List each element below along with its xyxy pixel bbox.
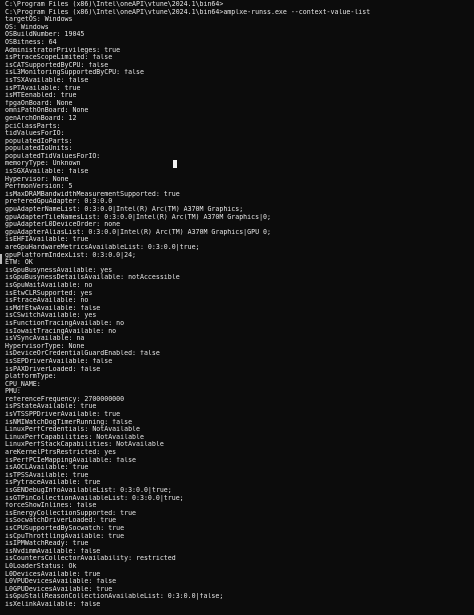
console-line: OSBuildNumber: 19045	[5, 31, 85, 39]
console-line: areGpuHardwareMetricsAvailableList: 0:3:…	[5, 244, 200, 251]
console-line: isPtraceScopeLimited: false	[5, 54, 113, 62]
console-line: isXelinkAvailable: false	[5, 600, 101, 608]
console-line: populatedTidValuesForIO:	[5, 152, 101, 160]
console-line: isGTPinCollectionAvailableList: 0:3:0.0|…	[5, 494, 184, 502]
console-line: omniPathOnBoard: None	[5, 107, 89, 115]
console-line: isCATSupportedByCPU: false	[5, 61, 109, 69]
console-line: isAOCLAvailable: true	[5, 464, 89, 472]
console-line: memoryType: Unknown	[5, 160, 81, 168]
console-line: isL3MonitoringSupportedByCPU: false	[5, 69, 144, 77]
console-line: pciClassParts:	[5, 122, 61, 130]
console-line: populatedIoUnits:	[5, 145, 73, 153]
console-line: isDeviceOrCredentialGuardEnabled: false	[5, 350, 160, 358]
console-line: L0VPUDevicesAvailable: false	[5, 578, 117, 586]
scroll-marker	[0, 254, 2, 264]
console-line: PerfmonVersion: 5	[5, 183, 73, 191]
console-line: L0DevicesAvailable: true	[5, 570, 101, 578]
console-line: isGpuStallReasonCollectionAvailableList:…	[5, 593, 224, 601]
console-line: isMaxDRAMBandwidthMeasurementSupported: …	[5, 190, 180, 198]
console-line: gpuAdapterAliasList: 0:3:0.0|Intel(R) Ar…	[5, 228, 271, 236]
console-line: isTSXAvailable: false	[5, 76, 89, 84]
console-line: isFunctionTracingAvailable: no	[5, 319, 125, 327]
console-line: platformType:	[5, 373, 57, 381]
console-line: HypervisorType: None	[5, 342, 85, 350]
console-line: isNMIWatchDogTimerRunning: false	[5, 418, 133, 426]
console-line: isSocwatchDriverLoaded: true	[5, 517, 117, 525]
text-cursor	[173, 160, 177, 168]
console-line: LinuxPerfStackCapabilities: NotAvailable	[5, 441, 164, 449]
console-line: referenceFrequency: 2700000000	[5, 395, 125, 403]
console-line: LinuxPerfCredentials: NotAvailable	[5, 426, 140, 434]
console-line: ETW: OK	[5, 259, 33, 267]
console-line: OS: Windows	[5, 23, 49, 31]
console-line: L0GPUDevicesAvailable: true	[5, 585, 113, 593]
console-line: preferedGpuAdapter: 0:3:0.0	[5, 198, 113, 206]
console-line: isGpuBusynessAvailable: yes	[5, 266, 113, 274]
console-line: isPStateAvailable: true	[5, 403, 97, 411]
console-line: isVTSSPPDriverAvailable: true	[5, 411, 121, 419]
console-line: isFtraceAvailable: no	[5, 297, 89, 305]
console-line: isGENDebugInfoAvailableList: 0:3:0.0|tru…	[5, 487, 172, 494]
console-line: Hypervisor: None	[5, 175, 69, 183]
console-line: isMTEenabled: true	[5, 92, 77, 100]
console-line: fpgaOnBoard: None	[5, 99, 73, 107]
console-line: isCpuThrottlingAvailable: true	[5, 532, 125, 540]
console-line: AdministratorPrivileges: true	[5, 46, 121, 54]
console-output: C:\Program Files (x86)\Intel\oneAPI\vtun…	[5, 1, 474, 609]
console-line: LinuxPerfCapabilities: NotAvailable	[5, 433, 144, 441]
console-line: C:\Program Files (x86)\Intel\oneAPI\vtun…	[5, 1, 224, 8]
console-line: isSGXAvailable: false	[5, 168, 89, 176]
console-line: OSBitness: 64	[5, 38, 57, 46]
console-line: gpuAdapterL0DeviceOrder: none	[5, 221, 121, 229]
console-line: isEHFIAvailable: true	[5, 236, 89, 244]
console-line: isMdfEtwAvailable: false	[5, 304, 101, 312]
console-line: isEtwCLRSupported: yes	[5, 289, 93, 297]
console-line: isSEPDriverAvailable: false	[5, 357, 113, 365]
console-line: isPytraceAvailable: true	[5, 479, 101, 487]
console-line: PMU:	[5, 388, 21, 396]
console-line: isCountersCollectorAvailability: restric…	[5, 555, 176, 563]
console-line: C:\Program Files (x86)\Intel\oneAPI\vtun…	[5, 8, 371, 16]
console-line: tidValuesForIO:	[5, 130, 65, 138]
console-line: targetOS: Windows	[5, 16, 73, 24]
console-line: isVSyncAvailable: na	[5, 335, 85, 343]
console-line: isTPSSAvailable: true	[5, 471, 89, 479]
console-line: isPerfPCIeMappingAvailable: false	[5, 456, 137, 464]
console-line: CPU_NAME:	[5, 380, 41, 388]
console-line: populatedIoParts:	[5, 137, 73, 145]
console-line: L0LoaderStatus: Ok	[5, 562, 77, 570]
console-line: isIowaitTracingAvailable: no	[5, 327, 117, 335]
console-line: isEnergyCollectionSupported: true	[5, 509, 137, 517]
console-line: gpuAdapterNameList: 0:3:0.0|Intel(R) Arc…	[5, 206, 244, 214]
console-line: areKernelPtrsRestricted: yes	[5, 449, 117, 457]
console-line: isPTAvailable: true	[5, 84, 81, 92]
console-line: isNvdimmAvailable: false	[5, 547, 101, 555]
console-line: gpuPlatformIndexList: 0:3:0.0|24;	[5, 251, 137, 259]
console-line: forceShowInlines: false	[5, 502, 97, 510]
console-line: isCPUSupportedBySocwatch: true	[5, 524, 125, 532]
console-line: genArchOnBoard: 12	[5, 114, 77, 122]
console-line: isGpuWaitAvailable: no	[5, 281, 93, 289]
console-line: gpuAdapterTileNamesList: 0:3:0.0|Intel(R…	[5, 213, 271, 221]
console-line: isPAXDriverLoaded: false	[5, 365, 101, 373]
console-line: isGpuBusynessDetailsAvailable: notAccess…	[5, 274, 180, 282]
console-line: isCSwitchAvailable: yes	[5, 312, 97, 320]
console-line: isIPMWatchReady: true	[5, 540, 89, 548]
console-window[interactable]: C:\Program Files (x86)\Intel\oneAPI\vtun…	[0, 0, 474, 615]
